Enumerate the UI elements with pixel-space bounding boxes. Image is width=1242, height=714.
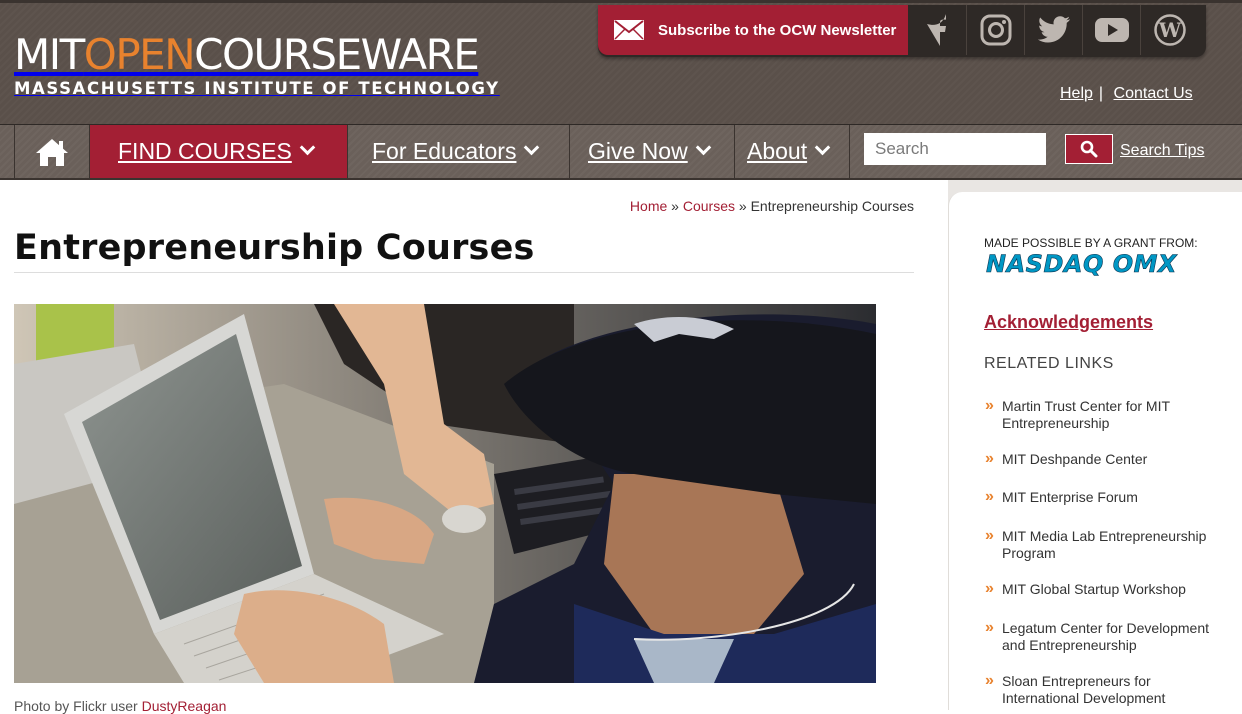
related-link-label: Legatum Center for Development and Entre… (1002, 620, 1209, 653)
related-link-label: MIT Enterprise Forum (1002, 489, 1138, 505)
contact-us-link[interactable]: Contact Us (1114, 85, 1193, 102)
breadcrumb-courses[interactable]: Courses (683, 198, 735, 214)
related-link-label: MIT Global Startup Workshop (1002, 581, 1186, 597)
nasdaq-omx-logo[interactable]: NASDAQ OMX (985, 248, 1205, 285)
chevron-down-icon (814, 139, 831, 156)
help-link[interactable]: Help (1060, 85, 1093, 102)
related-link[interactable]: » MIT Deshpande Center (985, 450, 1215, 468)
related-link[interactable]: » Legatum Center for Development and Entr… (985, 619, 1215, 654)
link-marker: » (985, 619, 994, 636)
nasdaq-omx-logotype: NASDAQ OMX (986, 250, 1178, 278)
related-links-heading: RELATED LINKS (984, 355, 1114, 372)
breadcrumb-home[interactable]: Home (630, 198, 667, 214)
photo-caption: Photo by Flickr user DustyReagan (14, 698, 226, 714)
link-marker: » (985, 488, 994, 505)
chevron-down-icon (524, 139, 540, 156)
link-marker: » (985, 450, 994, 467)
twitter-icon[interactable] (1024, 5, 1082, 55)
mail-icon (614, 20, 644, 40)
link-marker: » (985, 580, 994, 597)
search-input[interactable] (864, 133, 1046, 165)
breadcrumb-separator: » (671, 198, 679, 214)
chevron-down-icon (695, 139, 711, 156)
page-title: Entrepreneurship Courses (14, 228, 535, 268)
related-link[interactable]: » MIT Enterprise Forum (985, 488, 1215, 506)
related-links-list: » Martin Trust Center for MIT Entrepreneu… (985, 397, 1215, 707)
site-logo[interactable]: MITOPENCOURSEWARE MASSACHUSETTS INSTITUT… (14, 30, 500, 99)
main-nav: FIND COURSES For Educators Give Now Abou… (0, 124, 1242, 180)
sidebar: MADE POSSIBLE BY A GRANT FROM: NASDAQ OM… (948, 192, 1242, 710)
related-link[interactable]: » Martin Trust Center for MIT Entrepreneu… (985, 397, 1215, 432)
related-link[interactable]: » MIT Media Lab Entrepreneurship Program (985, 527, 1215, 562)
logo-wordmark: MITOPENCOURSEWARE (14, 30, 480, 79)
related-link-label: MIT Deshpande Center (1002, 451, 1148, 467)
nav-give-now-label: Give Now (588, 138, 688, 164)
nav-about-label: About (747, 138, 808, 164)
related-link[interactable]: » MIT Global Startup Workshop (985, 580, 1215, 598)
breadcrumb-current: Entrepreneurship Courses (750, 198, 914, 214)
site-header: MITOPENCOURSEWARE MASSACHUSETTS INSTITUT… (0, 0, 1242, 124)
link-marker: » (985, 672, 994, 689)
related-link-label: Sloan Entrepreneurs for International De… (1002, 673, 1166, 706)
nav-find-courses-label: FIND COURSES (118, 138, 292, 164)
nav-for-educators[interactable]: For Educators (348, 125, 570, 178)
search-icon (1080, 140, 1098, 158)
acknowledgements-link[interactable]: Acknowledgements (984, 312, 1153, 333)
nav-about[interactable]: About (735, 125, 850, 178)
search-button[interactable] (1065, 134, 1113, 164)
caption-user-link[interactable]: DustyReagan (142, 698, 227, 714)
logo-subtitle: MASSACHUSETTS INSTITUTE OF TECHNOLOGY (14, 79, 500, 98)
facebook-icon[interactable] (908, 5, 966, 55)
link-marker: » (985, 397, 994, 414)
nav-for-educators-label: For Educators (372, 138, 517, 164)
caption-prefix: Photo by Flickr user (14, 698, 138, 714)
chevron-down-icon (299, 139, 316, 156)
instagram-icon[interactable] (966, 5, 1024, 55)
nav-give-now[interactable]: Give Now (570, 125, 735, 178)
nav-home[interactable] (14, 125, 90, 178)
wordpress-icon[interactable]: W (1140, 5, 1198, 55)
title-divider (14, 272, 914, 273)
related-link-label: Martin Trust Center for MIT Entrepreneur… (1002, 398, 1170, 431)
related-link-label: MIT Media Lab Entrepreneurship Program (1002, 528, 1207, 561)
utility-separator: | (1098, 85, 1104, 102)
breadcrumb-separator: » (738, 198, 747, 214)
newsletter-subscribe-button[interactable]: Subscribe to the OCW Newsletter (598, 5, 908, 55)
link-marker: » (985, 527, 994, 544)
home-icon (36, 138, 68, 166)
youtube-icon[interactable] (1082, 5, 1140, 55)
nav-find-courses[interactable]: FIND COURSES (90, 125, 348, 178)
svg-text:W: W (1157, 18, 1181, 42)
top-utility-bar: Subscribe to the OCW Newsletter W (598, 5, 1206, 57)
utility-links: Help | Contact Us (1060, 85, 1193, 103)
breadcrumb: Home » Courses » Entrepreneurship Course… (630, 198, 914, 214)
related-link[interactable]: » Sloan Entrepreneurs for International D… (985, 672, 1215, 707)
search-tips-link[interactable]: Search Tips (1120, 142, 1204, 160)
social-links: W (908, 5, 1198, 55)
subscribe-label: Subscribe to the OCW Newsletter (658, 21, 897, 39)
feature-photo (14, 304, 876, 683)
